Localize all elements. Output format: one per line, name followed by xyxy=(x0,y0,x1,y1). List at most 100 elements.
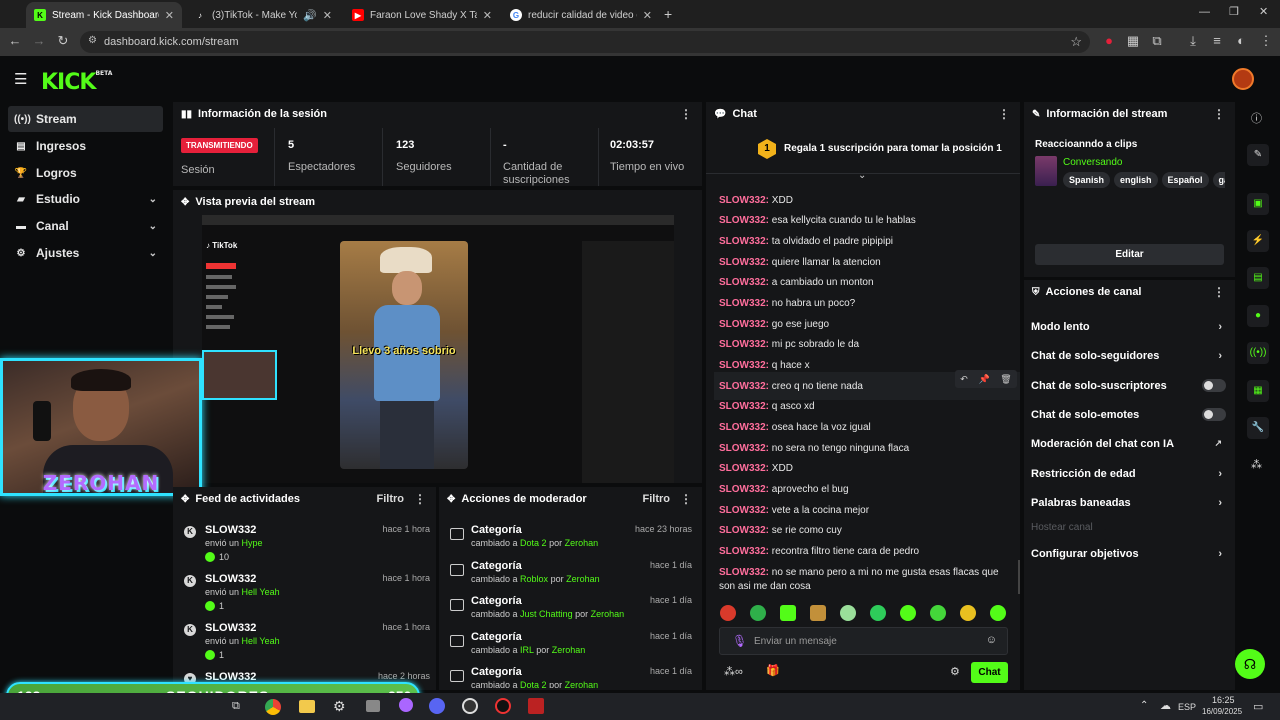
info-icon[interactable]: ⓘ xyxy=(1251,110,1262,126)
emote-icon[interactable] xyxy=(810,605,826,621)
more-options-icon[interactable]: ⋮ xyxy=(680,107,692,121)
site-info-icon[interactable]: ⚙ xyxy=(88,35,97,46)
language-indicator[interactable]: ESP xyxy=(1178,702,1196,712)
back-icon[interactable]: ← xyxy=(7,33,23,49)
tray-chevron-icon[interactable]: ⌃ xyxy=(1140,700,1148,711)
action-configure-goals[interactable]: Configurar objetivos › xyxy=(1031,548,1226,560)
bookmark-star-icon[interactable]: ☆ xyxy=(1070,34,1082,50)
more-options-icon[interactable]: ⋮ xyxy=(998,107,1010,121)
speaker-icon[interactable]: 🔊 xyxy=(303,9,317,22)
sidebar-item-ingresos[interactable]: ▤ Ingresos xyxy=(8,133,163,159)
tab-kick-dashboard[interactable]: K Stream - Kick Dashboard ✕ xyxy=(26,2,182,28)
taskbar-clock[interactable]: 16:25 xyxy=(1212,695,1235,705)
edit-button[interactable]: Editar xyxy=(1035,244,1224,265)
gift-subs-icon[interactable]: ⁂∞ xyxy=(724,665,743,678)
minimize-icon[interactable]: — xyxy=(1199,6,1210,18)
action-banned-words[interactable]: Palabras baneadas › xyxy=(1031,497,1226,509)
emoji-icon[interactable]: ☺ xyxy=(986,634,997,646)
emote-icon[interactable] xyxy=(900,605,916,621)
extension-icon[interactable]: ● xyxy=(1101,33,1117,49)
filter-button[interactable]: Filtro xyxy=(377,493,405,505)
app-taskbar-icon[interactable] xyxy=(366,700,380,712)
media-control-icon[interactable]: ≡ xyxy=(1209,33,1225,49)
tab-youtube[interactable]: ▶ Faraon Love Shady X Tame Imp ✕ xyxy=(344,2,500,28)
emote-icon[interactable] xyxy=(930,605,946,621)
user-avatar[interactable] xyxy=(1232,68,1254,90)
camera-icon[interactable]: ▣ xyxy=(1247,193,1269,215)
wrench-icon[interactable]: 🔧 xyxy=(1247,417,1269,439)
dota-taskbar-icon[interactable] xyxy=(528,698,544,714)
task-view-icon[interactable]: ⧉ xyxy=(232,700,240,713)
gift-icon[interactable]: 🎁 xyxy=(766,664,780,677)
collapse-icon[interactable]: ⌄ xyxy=(858,170,866,181)
forward-icon[interactable]: → xyxy=(31,33,47,49)
sidebar-item-logros[interactable]: 🏆 Logros xyxy=(8,160,163,186)
app-taskbar-icon[interactable] xyxy=(399,698,413,712)
emote-icon[interactable] xyxy=(720,605,736,621)
discord-taskbar-icon[interactable] xyxy=(429,698,445,714)
more-options-icon[interactable]: ⋮ xyxy=(680,492,692,506)
send-chat-button[interactable]: Chat xyxy=(971,662,1008,683)
subscribers-only-toggle[interactable] xyxy=(1202,379,1226,392)
restore-icon[interactable]: ❐ xyxy=(1229,5,1239,18)
action-age-restriction[interactable]: Restricción de edad › xyxy=(1031,468,1226,480)
notification-icon[interactable]: ▭ xyxy=(1253,700,1263,713)
profile-avatar-icon[interactable]: ◐ xyxy=(1233,33,1249,49)
delete-icon[interactable]: 🗑 xyxy=(1000,374,1011,385)
new-tab-icon[interactable]: + xyxy=(664,6,672,22)
chat-icon[interactable]: ● xyxy=(1247,305,1269,327)
mod-icon[interactable]: ▦ xyxy=(1247,380,1269,402)
browser-menu-icon[interactable]: ⋮ xyxy=(1258,33,1274,49)
pinned-gift-banner[interactable]: 1 Regala 1 suscripción para tomar la pos… xyxy=(706,128,1020,174)
settings-taskbar-icon[interactable]: ⚙ xyxy=(333,698,346,715)
emote-icon[interactable] xyxy=(840,605,856,621)
more-options-icon[interactable]: ⋮ xyxy=(1213,285,1225,299)
app-taskbar-icon[interactable] xyxy=(495,698,511,714)
extensions-puzzle-icon[interactable]: ⧉ xyxy=(1149,33,1165,49)
hamburger-menu-icon[interactable]: ☰ xyxy=(14,70,27,88)
close-tab-icon[interactable]: ✕ xyxy=(643,9,652,22)
kick-logo[interactable]: KICKBETA xyxy=(41,70,112,95)
pin-icon[interactable]: 📌 xyxy=(978,374,989,385)
download-icon[interactable]: ⤓ xyxy=(1185,33,1201,49)
pencil-icon[interactable]: ✎ xyxy=(1247,144,1269,166)
more-options-icon[interactable]: ⋮ xyxy=(1213,107,1225,121)
microphone-icon[interactable]: 🎙 xyxy=(732,634,747,648)
close-tab-icon[interactable]: ✕ xyxy=(323,9,332,22)
stream-category[interactable]: Conversando xyxy=(1063,157,1122,168)
close-tab-icon[interactable]: ✕ xyxy=(165,9,174,22)
tab-google[interactable]: G reducir calidad de video grati ✕ xyxy=(502,2,660,28)
action-followers-only[interactable]: Chat de solo-seguidores › xyxy=(1031,350,1226,362)
emote-icon[interactable] xyxy=(990,605,1006,621)
document-icon[interactable]: ▤ xyxy=(1247,267,1269,289)
file-explorer-icon[interactable] xyxy=(299,700,315,713)
filter-button[interactable]: Filtro xyxy=(643,493,671,505)
sidebar-item-estudio[interactable]: ▰ Estudio ⌄ xyxy=(8,186,163,212)
taskbar-date[interactable]: 16/09/2025 xyxy=(1202,707,1242,716)
sidebar-item-ajustes[interactable]: ⚙ Ajustes ⌄ xyxy=(8,240,163,266)
extension-icon[interactable]: ▦ xyxy=(1125,33,1141,49)
broadcast-icon[interactable]: ((•)) xyxy=(1247,342,1269,364)
chat-settings-icon[interactable]: ⚙ xyxy=(950,665,960,678)
chat-scrollbar[interactable] xyxy=(1018,560,1020,594)
stream-preview-video[interactable]: ♪ TikTok Llevo 3 años sobrio xyxy=(202,215,674,483)
close-window-icon[interactable]: ✕ xyxy=(1259,5,1268,18)
cloud-icon[interactable]: ☁ xyxy=(1160,699,1171,712)
emote-icon[interactable] xyxy=(870,605,886,621)
support-chat-icon[interactable]: ☊ xyxy=(1235,649,1265,679)
lightning-icon[interactable]: ⚡ xyxy=(1247,230,1269,252)
action-ai-moderation[interactable]: Moderación del chat con IA ↗ xyxy=(1031,438,1226,450)
emotes-only-toggle[interactable] xyxy=(1202,408,1226,421)
close-tab-icon[interactable]: ✕ xyxy=(483,9,492,22)
chrome-taskbar-icon[interactable] xyxy=(265,699,281,715)
chat-input-box[interactable]: 🎙 Enviar un mensaje ☺ xyxy=(719,627,1008,655)
reload-icon[interactable]: ↻ xyxy=(55,33,71,49)
more-options-icon[interactable]: ⋮ xyxy=(414,492,426,506)
url-field[interactable]: ⚙ dashboard.kick.com/stream ☆ xyxy=(80,31,1090,53)
action-slow-mode[interactable]: Modo lento › xyxy=(1031,321,1226,333)
emote-icon[interactable] xyxy=(750,605,766,621)
sidebar-item-stream[interactable]: ((•)) Stream xyxy=(8,106,163,132)
obs-taskbar-icon[interactable] xyxy=(462,698,478,714)
reply-icon[interactable]: ↶ xyxy=(960,374,968,385)
emote-icon[interactable] xyxy=(960,605,976,621)
